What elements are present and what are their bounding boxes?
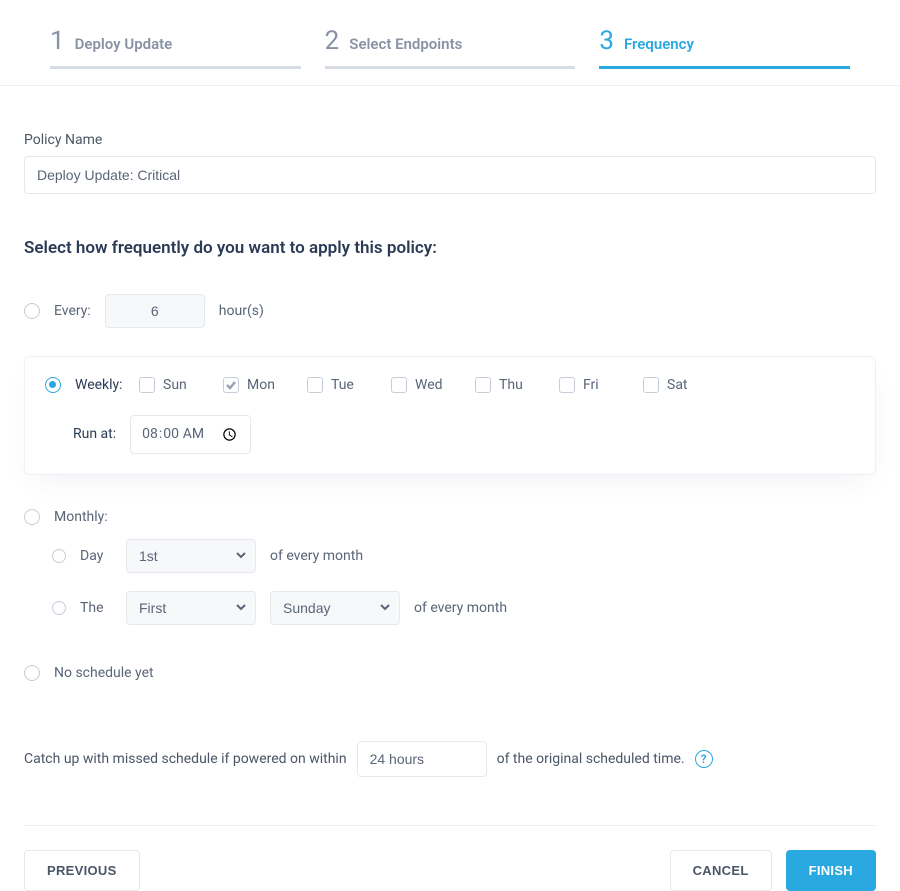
day-thu: Thu (475, 377, 545, 393)
catchup-row: Catch up with missed schedule if powered… (24, 741, 876, 777)
step-progress-bar (599, 66, 850, 69)
day-label: Sat (667, 377, 688, 393)
day-mon: Mon (223, 377, 293, 393)
day-label: Mon (247, 377, 275, 393)
monthly-day-label: Day (80, 548, 112, 564)
day-label: Sun (163, 377, 187, 393)
every-label: Every: (54, 303, 91, 319)
monthly-the-suffix: of every month (414, 600, 507, 616)
checkbox-mon[interactable] (223, 377, 239, 393)
previous-button[interactable]: PREVIOUS (24, 850, 140, 891)
help-icon[interactable]: ? (695, 750, 713, 768)
day-sat: Sat (643, 377, 713, 393)
run-at-input[interactable] (130, 415, 251, 454)
day-label: Tue (331, 377, 354, 393)
option-every: Every: hour(s) (24, 294, 876, 328)
finish-button[interactable]: FINISH (786, 850, 876, 891)
checkbox-sun[interactable] (139, 377, 155, 393)
catchup-input[interactable] (357, 741, 487, 777)
step-progress-bar (50, 66, 301, 69)
checkbox-sat[interactable] (643, 377, 659, 393)
radio-no-schedule[interactable] (24, 665, 40, 681)
monthly-weekday-select[interactable]: Sunday (270, 591, 400, 625)
day-wed: Wed (391, 377, 461, 393)
step-label: Frequency (624, 35, 694, 53)
option-weekly-card: Weekly: Sun Mon Tue Wed (24, 356, 876, 475)
weekly-label: Weekly: (75, 377, 125, 393)
monthly-label: Monthly: (54, 509, 108, 525)
step-progress-bar (325, 66, 576, 69)
policy-name-label: Policy Name (24, 132, 876, 148)
day-fri: Fri (559, 377, 629, 393)
step-label: Select Endpoints (349, 35, 462, 53)
monthly-ordinal-select[interactable]: First (126, 591, 256, 625)
catchup-pre: Catch up with missed schedule if powered… (24, 751, 347, 767)
day-tue: Tue (307, 377, 377, 393)
option-no-schedule: No schedule yet (24, 665, 876, 681)
radio-monthly-the[interactable] (52, 601, 66, 615)
checkbox-wed[interactable] (391, 377, 407, 393)
step-label: Deploy Update (75, 35, 173, 53)
checkbox-thu[interactable] (475, 377, 491, 393)
radio-weekly[interactable] (45, 377, 61, 393)
option-monthly: Monthly: Day 1st of every month (24, 509, 876, 625)
run-at-label: Run at: (73, 426, 116, 442)
every-suffix: hour(s) (219, 303, 264, 319)
policy-name-field: Policy Name (24, 132, 876, 194)
day-label: Fri (583, 377, 599, 393)
every-hours-input[interactable] (105, 294, 205, 328)
no-schedule-label: No schedule yet (54, 665, 154, 681)
wizard-steps: 1 Deploy Update 2 Select Endpoints 3 Fre… (0, 0, 900, 86)
radio-every[interactable] (24, 303, 40, 319)
radio-monthly[interactable] (24, 509, 40, 525)
step-select-endpoints[interactable]: 2 Select Endpoints (325, 28, 576, 85)
step-frequency[interactable]: 3 Frequency (599, 28, 850, 85)
divider (24, 825, 876, 826)
catchup-post: of the original scheduled time. (497, 751, 685, 767)
footer: PREVIOUS CANCEL FINISH (24, 850, 876, 891)
option-weekly-wrapper: Weekly: Sun Mon Tue Wed (8, 356, 880, 475)
day-sun: Sun (139, 377, 209, 393)
monthly-day-suffix: of every month (270, 548, 363, 564)
cancel-button[interactable]: CANCEL (670, 850, 772, 891)
monthly-day-select[interactable]: 1st (126, 539, 256, 573)
step-number: 2 (325, 28, 340, 54)
day-label: Wed (415, 377, 443, 393)
step-deploy-update[interactable]: 1 Deploy Update (50, 28, 301, 85)
step-number: 3 (599, 28, 614, 54)
checkbox-tue[interactable] (307, 377, 323, 393)
frequency-heading: Select how frequently do you want to app… (24, 238, 876, 258)
day-label: Thu (499, 377, 523, 393)
radio-monthly-day[interactable] (52, 549, 66, 563)
checkbox-fri[interactable] (559, 377, 575, 393)
step-number: 1 (50, 28, 65, 54)
monthly-the-label: The (80, 600, 112, 616)
policy-name-input[interactable] (24, 156, 876, 194)
